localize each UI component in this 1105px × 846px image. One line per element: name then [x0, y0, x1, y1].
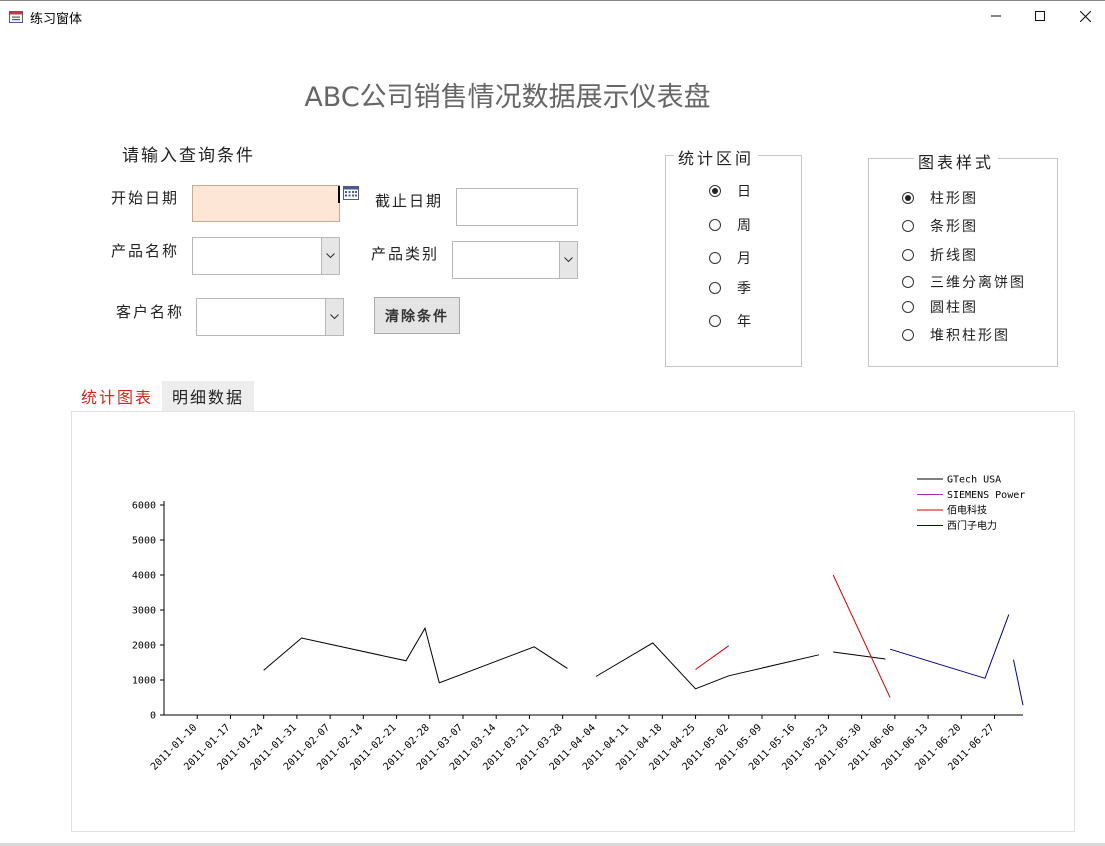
start-date-input[interactable]	[192, 185, 340, 222]
minimize-icon	[991, 15, 1001, 17]
chevron-down-icon	[564, 257, 573, 263]
interval-option-1[interactable]: 日	[709, 181, 753, 201]
product-category-combo[interactable]	[452, 241, 578, 279]
product-name-combo[interactable]	[192, 237, 340, 275]
window-titlebar	[0, 0, 1105, 33]
window-title: 练习窗体	[30, 12, 83, 27]
interval-option-label: 周	[737, 218, 753, 234]
calendar-icon[interactable]	[343, 185, 359, 204]
interval-option-label: 年	[737, 314, 753, 330]
interval-option-label: 季	[737, 281, 753, 297]
chart-style-option-1[interactable]: 柱形图	[902, 188, 978, 208]
chart-style-group-title: 图表样式	[914, 149, 999, 173]
chart-style-option-label: 堆积柱形图	[930, 328, 1010, 344]
radio-button-icon[interactable]	[709, 315, 721, 327]
y-tick-label: 0	[150, 711, 156, 722]
interval-option-label: 日	[737, 184, 753, 200]
clear-conditions-button[interactable]: 清除条件	[374, 297, 460, 334]
tab-detail-data[interactable]: 明细数据	[162, 381, 254, 411]
customer-name-combo[interactable]	[196, 298, 344, 336]
series-line	[889, 614, 1010, 679]
end-date-label: 截止日期	[375, 192, 444, 210]
y-tick-label: 5000	[132, 536, 156, 547]
text-cursor	[338, 186, 340, 203]
close-button[interactable]	[1062, 0, 1105, 32]
y-tick-label: 3000	[132, 606, 156, 617]
legend-entry: GTech USA	[947, 475, 1001, 486]
product-name-dropdown-button[interactable]	[321, 238, 339, 274]
chart-style-option-3[interactable]: 折线图	[902, 245, 978, 265]
legend-entry: 西门子电力	[947, 519, 997, 532]
form-icon	[9, 8, 23, 23]
series-line	[695, 645, 730, 670]
chevron-down-icon	[326, 253, 335, 259]
maximize-icon	[1035, 11, 1045, 21]
radio-button-icon[interactable]	[709, 282, 721, 294]
chart-style-option-label: 柱形图	[930, 191, 978, 207]
interval-group-title: 统计区间	[674, 145, 759, 169]
product-category-dropdown-button[interactable]	[559, 242, 577, 278]
customer-name-label: 客户名称	[116, 303, 185, 321]
chart-style-option-2[interactable]: 条形图	[902, 216, 978, 236]
chevron-down-icon	[330, 314, 339, 320]
radio-button-icon[interactable]	[902, 329, 914, 341]
minimize-button[interactable]	[973, 0, 1019, 32]
product-category-label: 产品类别	[371, 245, 440, 263]
end-date-input[interactable]	[456, 188, 578, 226]
interval-option-2[interactable]: 周	[709, 215, 753, 235]
radio-button-icon[interactable]	[902, 192, 914, 204]
close-icon	[1079, 10, 1091, 22]
customer-name-dropdown-button[interactable]	[325, 299, 343, 335]
start-date-label: 开始日期	[111, 189, 180, 207]
radio-button-icon[interactable]	[709, 252, 721, 264]
sales-line-chart: 01000200030004000500060002011-01-102011-…	[132, 475, 1025, 773]
legend-entry: SIEMENS Power	[947, 490, 1025, 501]
chart-style-option-label: 圆柱图	[930, 300, 978, 316]
series-line	[595, 642, 820, 690]
series-line	[833, 651, 886, 660]
interval-option-3[interactable]: 月	[709, 248, 753, 268]
query-section-label: 请输入查询条件	[122, 146, 255, 166]
maximize-button[interactable]	[1017, 0, 1063, 32]
radio-button-icon[interactable]	[709, 185, 721, 197]
tab-statistics-chart[interactable]: 统计图表	[72, 381, 162, 411]
product-name-label: 产品名称	[111, 242, 180, 260]
radio-button-icon[interactable]	[902, 249, 914, 261]
radio-button-icon[interactable]	[902, 220, 914, 232]
chart-style-option-6[interactable]: 堆积柱形图	[902, 325, 1010, 345]
radio-button-icon[interactable]	[709, 219, 721, 231]
series-line	[1013, 659, 1024, 706]
radio-button-icon[interactable]	[902, 276, 914, 288]
series-line	[832, 574, 891, 698]
interval-option-label: 月	[737, 251, 753, 267]
legend-entry: 佰电科技	[947, 504, 987, 517]
interval-option-4[interactable]: 季	[709, 278, 753, 298]
dashboard-title: ABC公司销售情况数据展示仪表盘	[304, 82, 711, 113]
chart-style-option-4[interactable]: 三维分离饼图	[902, 272, 1026, 292]
y-tick-label: 6000	[132, 501, 156, 512]
y-tick-label: 4000	[132, 571, 156, 582]
interval-option-5[interactable]: 年	[709, 311, 753, 331]
y-tick-label: 2000	[132, 641, 156, 652]
chart-style-option-label: 条形图	[930, 219, 978, 235]
radio-button-icon[interactable]	[902, 301, 914, 313]
chart-style-option-label: 折线图	[930, 248, 978, 264]
chart-style-option-5[interactable]: 圆柱图	[902, 297, 978, 317]
chart-style-option-label: 三维分离饼图	[930, 275, 1026, 291]
series-line	[263, 626, 568, 684]
y-tick-label: 1000	[132, 676, 156, 687]
